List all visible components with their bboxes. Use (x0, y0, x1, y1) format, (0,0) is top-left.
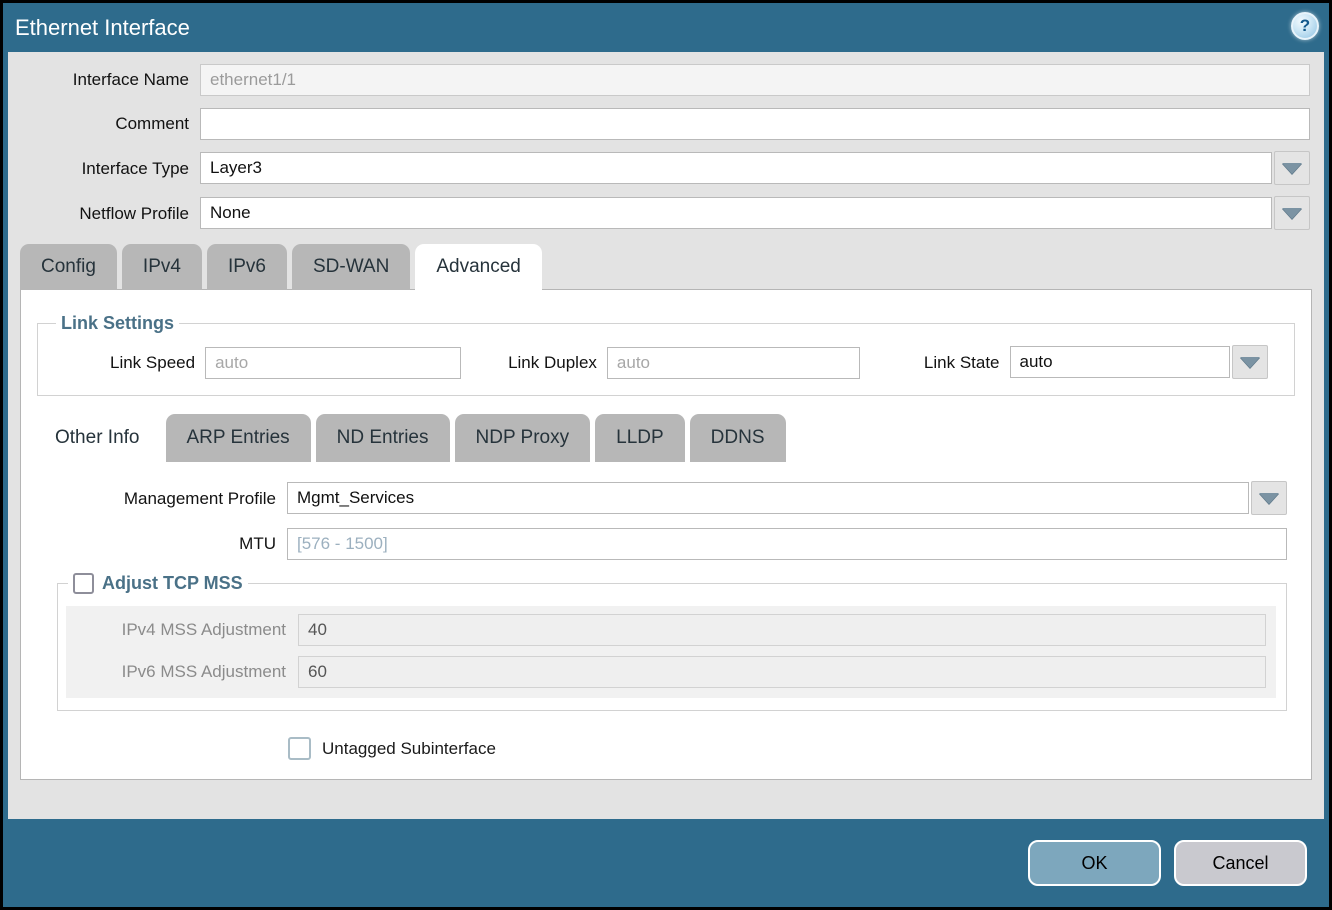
tab-ddns[interactable]: DDNS (690, 414, 786, 462)
interface-name-field (200, 64, 1310, 96)
adjust-tcp-mss-legend-text: Adjust TCP MSS (102, 573, 243, 594)
link-state-label: Link State (924, 353, 1010, 373)
tab-ipv6[interactable]: IPv6 (207, 244, 287, 290)
link-settings-group: Link Settings Link Speed Link Duplex Lin… (37, 313, 1295, 396)
dialog-content: Interface Name Comment Interface Type La… (8, 52, 1324, 819)
cancel-button[interactable]: Cancel (1174, 840, 1307, 886)
link-settings-legend-text: Link Settings (61, 313, 174, 334)
comment-row: Comment (8, 108, 1310, 140)
ipv6-mss-label: IPv6 MSS Adjustment (66, 662, 298, 682)
interface-name-row: Interface Name (8, 64, 1310, 96)
ipv6-mss-field (298, 656, 1266, 688)
tab-advanced[interactable]: Advanced (415, 244, 542, 290)
mss-disabled-area: IPv4 MSS Adjustment IPv6 MSS Adjustment (66, 606, 1276, 698)
interface-type-row: Interface Type Layer3 (8, 152, 1310, 185)
link-speed-label: Link Speed (110, 353, 205, 373)
secondary-tabs: Other Info ARP Entries ND Entries NDP Pr… (21, 414, 1311, 462)
dialog-footer: OK Cancel (3, 819, 1329, 907)
mtu-label: MTU (21, 534, 287, 554)
chevron-down-icon (1282, 163, 1302, 174)
mtu-row: MTU (21, 528, 1287, 560)
interface-type-dropdown-button[interactable] (1274, 151, 1310, 185)
ipv4-mss-field (298, 614, 1266, 646)
tab-ndp-proxy[interactable]: NDP Proxy (455, 414, 591, 462)
dialog-titlebar: Ethernet Interface ? (3, 3, 1329, 52)
ok-button[interactable]: OK (1028, 840, 1161, 886)
untagged-subinterface-checkbox[interactable] (288, 737, 311, 760)
tab-arp-entries[interactable]: ARP Entries (166, 414, 311, 462)
management-profile-dropdown-button[interactable] (1251, 481, 1287, 515)
chevron-down-icon (1240, 357, 1260, 368)
tab-nd-entries[interactable]: ND Entries (316, 414, 450, 462)
help-icon[interactable]: ? (1291, 12, 1319, 40)
management-profile-label: Management Profile (21, 489, 287, 509)
adjust-tcp-mss-legend: Adjust TCP MSS (68, 573, 248, 594)
tab-config[interactable]: Config (20, 244, 117, 290)
ethernet-interface-dialog: Ethernet Interface ? Interface Name Comm… (0, 0, 1332, 910)
untagged-subinterface-row: Untagged Subinterface (288, 737, 1311, 760)
link-duplex-field[interactable] (607, 347, 860, 379)
untagged-subinterface-label: Untagged Subinterface (322, 739, 496, 759)
adjust-tcp-mss-checkbox[interactable] (73, 573, 94, 594)
netflow-profile-row: Netflow Profile None (8, 197, 1310, 230)
interface-type-select[interactable]: Layer3 (200, 152, 1272, 184)
tab-ipv4[interactable]: IPv4 (122, 244, 202, 290)
mtu-field[interactable] (287, 528, 1287, 560)
management-profile-select[interactable]: Mgmt_Services (287, 482, 1249, 514)
tab-sdwan[interactable]: SD-WAN (292, 244, 410, 290)
other-info-content: Management Profile Mgmt_Services MTU (21, 462, 1311, 760)
netflow-profile-dropdown-button[interactable] (1274, 196, 1310, 230)
tab-other-info[interactable]: Other Info (34, 414, 161, 462)
interface-name-label: Interface Name (8, 70, 200, 90)
dialog-title: Ethernet Interface (15, 15, 190, 41)
chevron-down-icon (1282, 208, 1302, 219)
netflow-profile-label: Netflow Profile (8, 204, 200, 224)
netflow-profile-select[interactable]: None (200, 197, 1272, 229)
link-state-dropdown-button[interactable] (1232, 345, 1268, 379)
ipv4-mss-row: IPv4 MSS Adjustment (66, 614, 1266, 646)
adjust-tcp-mss-group: Adjust TCP MSS IPv4 MSS Adjustment IPv6 … (57, 573, 1287, 711)
link-speed-field[interactable] (205, 347, 461, 379)
chevron-down-icon (1259, 493, 1279, 504)
comment-field[interactable] (200, 108, 1310, 140)
interface-type-label: Interface Type (8, 159, 200, 179)
link-state-select[interactable]: auto (1010, 346, 1230, 378)
ipv6-mss-row: IPv6 MSS Adjustment (66, 656, 1266, 688)
comment-label: Comment (8, 114, 200, 134)
help-icon-glyph: ? (1300, 16, 1310, 36)
primary-tabs: Config IPv4 IPv6 SD-WAN Advanced (8, 244, 1324, 290)
tab-lldp[interactable]: LLDP (595, 414, 685, 462)
advanced-tab-panel: Link Settings Link Speed Link Duplex Lin… (20, 289, 1312, 780)
ipv4-mss-label: IPv4 MSS Adjustment (66, 620, 298, 640)
management-profile-row: Management Profile Mgmt_Services (21, 482, 1287, 515)
link-settings-legend: Link Settings (56, 313, 179, 334)
link-duplex-label: Link Duplex (508, 353, 607, 373)
